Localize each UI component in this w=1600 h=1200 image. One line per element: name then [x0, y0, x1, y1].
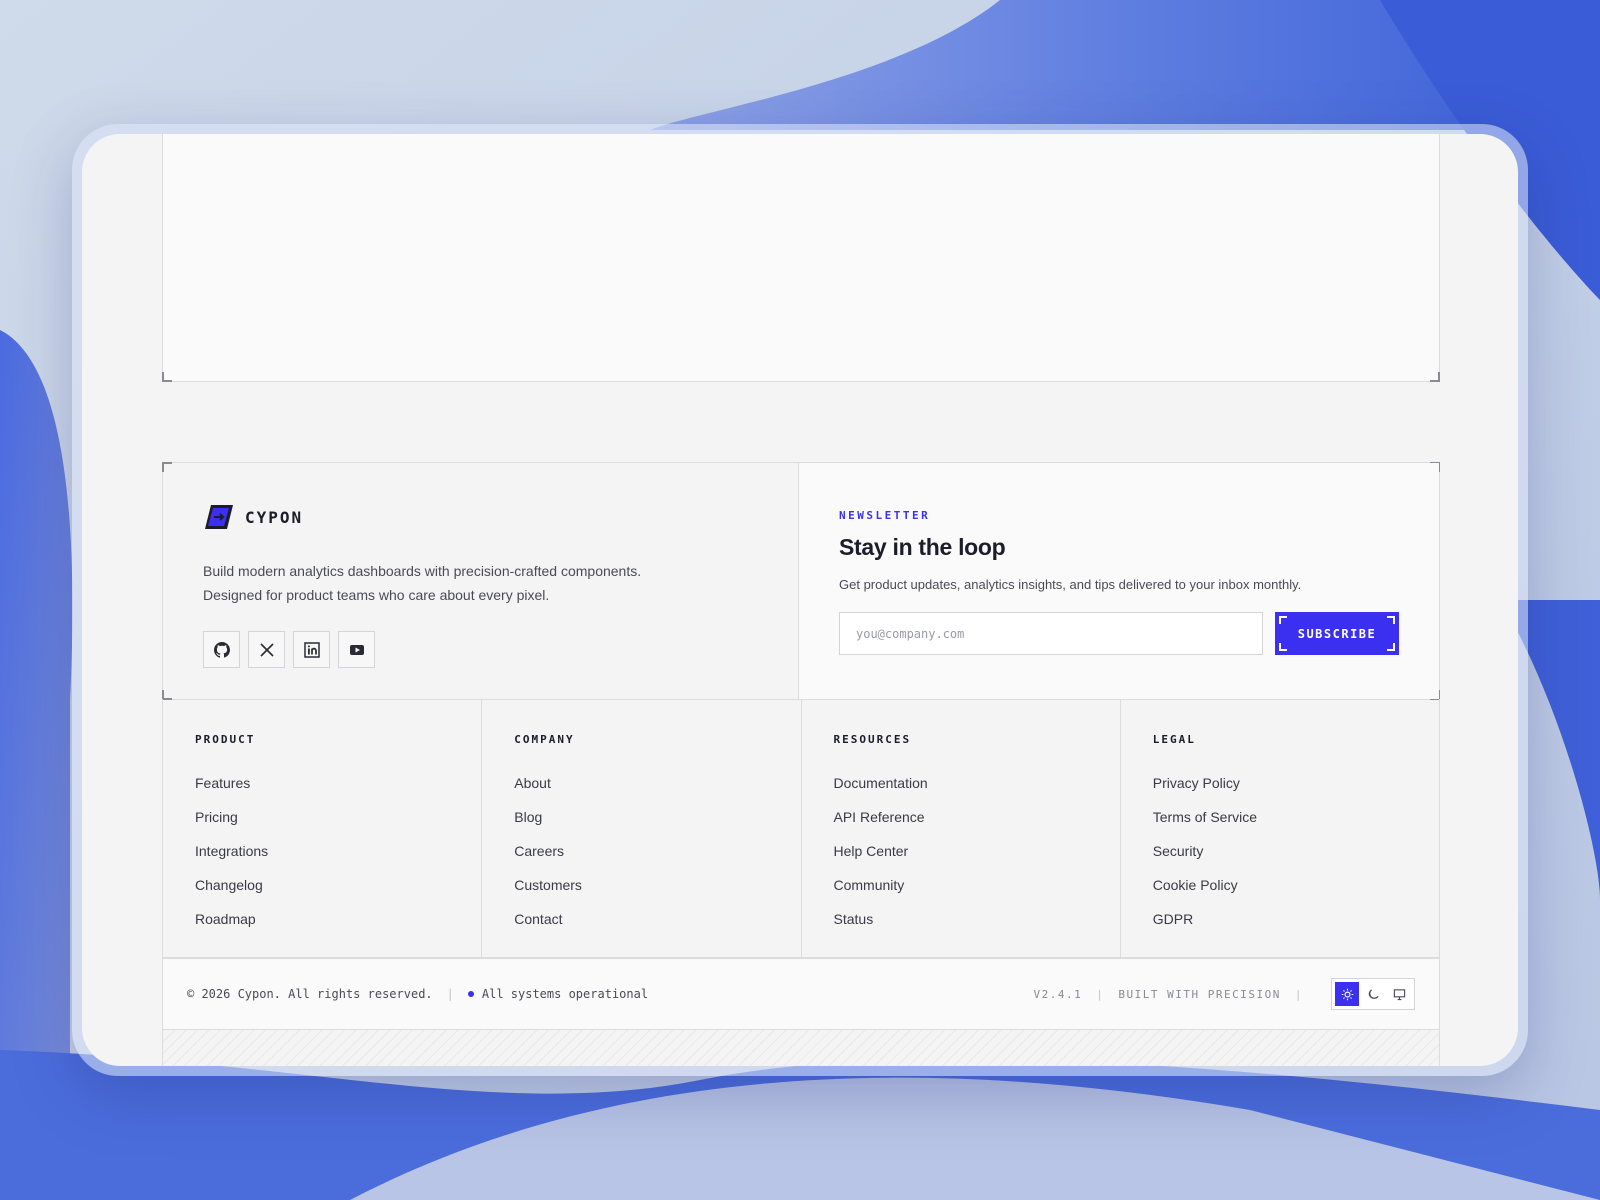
x-icon	[259, 642, 274, 657]
footer-link-terms-of-service[interactable]: Terms of Service	[1153, 800, 1407, 834]
content-card	[162, 134, 1440, 382]
footer-link-roadmap[interactable]: Roadmap	[195, 902, 449, 936]
subscribe-form: SUBSCRIBE	[839, 612, 1399, 655]
newsletter-section: NEWSLETTER Stay in the loop Get product …	[799, 463, 1439, 699]
footer-link-api-reference[interactable]: API Reference	[834, 800, 1088, 834]
social-links	[203, 631, 758, 668]
column-heading: COMPANY	[514, 733, 575, 746]
footer-link-integrations[interactable]: Integrations	[195, 834, 449, 868]
footer-column-company: COMPANY About Blog Careers Customers Con…	[482, 699, 802, 957]
theme-system-button[interactable]	[1387, 982, 1411, 1006]
theme-dark-button[interactable]	[1361, 982, 1385, 1006]
brand-name: CYPON	[245, 507, 304, 527]
footer-link-community[interactable]: Community	[834, 868, 1088, 902]
corner-mark	[1430, 372, 1440, 382]
brand-description: Build modern analytics dashboards with p…	[203, 563, 642, 603]
brand-section: CYPON Build modern analytics dashboards …	[163, 463, 799, 699]
newsletter-description: Get product updates, analytics insights,…	[839, 577, 1302, 592]
cypon-logo-icon	[205, 505, 233, 529]
browser-window: CYPON Build modern analytics dashboards …	[82, 134, 1518, 1066]
theme-toggle	[1331, 978, 1415, 1010]
newsletter-eyebrow: NEWSLETTER	[839, 509, 931, 522]
footer-link-status[interactable]: Status	[834, 902, 1088, 936]
newsletter-title: Stay in the loop	[839, 534, 1006, 560]
footer-links: PRODUCT Features Pricing Integrations Ch…	[162, 699, 1440, 958]
footer-column-legal: LEGAL Privacy Policy Terms of Service Se…	[1121, 699, 1439, 957]
footer-link-features[interactable]: Features	[195, 766, 449, 800]
version-label: V2.4.1	[1033, 987, 1083, 1001]
linkedin-button[interactable]	[293, 631, 330, 668]
footer-link-contact[interactable]: Contact	[514, 902, 768, 936]
column-heading: PRODUCT	[195, 733, 256, 746]
footer-column-resources: RESOURCES Documentation API Reference He…	[802, 699, 1121, 957]
tagline: BUILT WITH PRECISION	[1118, 987, 1281, 1001]
email-input[interactable]	[839, 612, 1263, 655]
subscribe-label: SUBSCRIBE	[1297, 626, 1377, 641]
footer-link-blog[interactable]: Blog	[514, 800, 768, 834]
theme-light-button[interactable]	[1335, 982, 1359, 1006]
logo[interactable]: CYPON	[203, 503, 758, 531]
subscribe-button[interactable]: SUBSCRIBE	[1275, 612, 1399, 655]
monitor-icon	[1393, 988, 1405, 1000]
divider: |	[1096, 987, 1105, 1001]
sun-icon	[1341, 988, 1353, 1000]
github-button[interactable]	[203, 631, 240, 668]
youtube-icon	[349, 644, 364, 655]
youtube-button[interactable]	[338, 631, 375, 668]
footer-top: CYPON Build modern analytics dashboards …	[162, 462, 1440, 700]
hatched-divider	[162, 1030, 1440, 1066]
footer-link-documentation[interactable]: Documentation	[834, 766, 1088, 800]
x-button[interactable]	[248, 631, 285, 668]
footer-link-careers[interactable]: Careers	[514, 834, 768, 868]
footer-link-pricing[interactable]: Pricing	[195, 800, 449, 834]
footer-link-cookie-policy[interactable]: Cookie Policy	[1153, 868, 1407, 902]
footer-link-security[interactable]: Security	[1153, 834, 1407, 868]
status-dot	[467, 991, 474, 997]
column-heading: RESOURCES	[833, 733, 912, 746]
footer-link-about[interactable]: About	[514, 766, 768, 800]
copyright-text: © 2026 Cypon. All rights reserved.	[187, 987, 433, 1001]
footer-link-changelog[interactable]: Changelog	[195, 868, 449, 902]
moon-icon	[1368, 988, 1379, 999]
footer-link-privacy-policy[interactable]: Privacy Policy	[1153, 766, 1407, 800]
divider: |	[1294, 987, 1303, 1001]
corner-mark	[162, 372, 172, 382]
column-heading: LEGAL	[1152, 733, 1196, 746]
build-meta: V2.4.1 | BUILT WITH PRECISION |	[1034, 978, 1415, 1010]
footer-column-product: PRODUCT Features Pricing Integrations Ch…	[163, 699, 483, 957]
footer-link-help-center[interactable]: Help Center	[834, 834, 1088, 868]
footer-bottom-bar: © 2026 Cypon. All rights reserved. | All…	[162, 958, 1440, 1030]
footer-link-customers[interactable]: Customers	[514, 868, 768, 902]
system-status[interactable]: All systems operational	[482, 987, 648, 1001]
linkedin-icon	[303, 641, 320, 658]
divider: |	[446, 987, 454, 1001]
github-icon	[213, 641, 230, 658]
footer-link-gdpr[interactable]: GDPR	[1153, 902, 1407, 936]
